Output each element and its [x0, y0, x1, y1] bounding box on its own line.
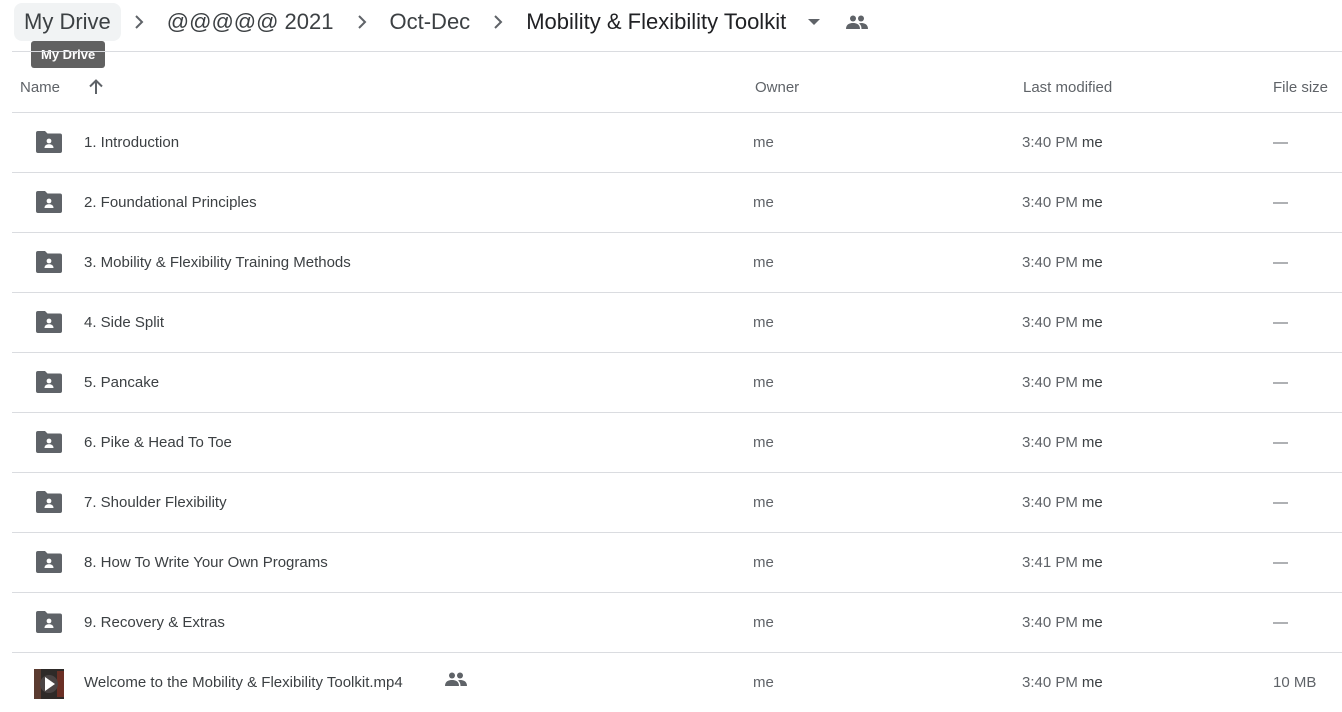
modified-by: me — [1081, 374, 1103, 391]
file-row[interactable]: 6. Pike & Head To Toe me 3:40 PM me — — [12, 413, 1342, 473]
file-size: — — [1273, 554, 1288, 571]
breadcrumb-my-drive[interactable]: My Drive — [14, 3, 121, 41]
file-size: — — [1273, 494, 1288, 511]
modified-by: me — [1081, 674, 1103, 691]
modified-time: 3:40 PM — [1022, 494, 1078, 511]
breadcrumb-oct-dec[interactable]: Oct-Dec — [380, 3, 481, 41]
file-name[interactable]: 4. Side Split — [84, 314, 164, 331]
modified-time: 3:40 PM — [1022, 254, 1078, 271]
file-last-modified: 3:40 PM me — [1022, 374, 1103, 391]
file-last-modified: 3:40 PM me — [1022, 194, 1103, 211]
file-row[interactable]: 5. Pancake me 3:40 PM me — — [12, 353, 1342, 413]
file-owner: me — [753, 674, 774, 691]
file-last-modified: 3:40 PM me — [1022, 434, 1103, 451]
modified-by: me — [1081, 254, 1103, 271]
file-row[interactable]: 7. Shoulder Flexibility me 3:40 PM me — — [12, 473, 1342, 533]
modified-time: 3:40 PM — [1022, 614, 1078, 631]
modified-time: 3:40 PM — [1022, 194, 1078, 211]
modified-by: me — [1081, 554, 1103, 571]
file-owner: me — [753, 134, 774, 151]
shared-folder-icon — [36, 551, 62, 573]
video-thumbnail — [34, 669, 64, 699]
file-last-modified: 3:40 PM me — [1022, 314, 1103, 331]
shared-people-icon — [445, 672, 467, 690]
file-owner: me — [753, 254, 774, 271]
file-name[interactable]: 9. Recovery & Extras — [84, 614, 225, 631]
file-name[interactable]: 6. Pike & Head To Toe — [84, 434, 232, 451]
file-row[interactable]: 9. Recovery & Extras me 3:40 PM me — — [12, 593, 1342, 653]
column-header-name[interactable]: Name — [20, 79, 60, 96]
file-size: — — [1273, 134, 1288, 151]
file-last-modified: 3:40 PM me — [1022, 254, 1103, 271]
file-size: — — [1273, 614, 1288, 631]
file-row[interactable]: 1. Introduction me 3:40 PM me — — [12, 113, 1342, 173]
modified-time: 3:41 PM — [1022, 554, 1078, 571]
column-header-last-modified[interactable]: Last modified — [1023, 79, 1112, 96]
file-name[interactable]: 1. Introduction — [84, 134, 179, 151]
file-name[interactable]: 3. Mobility & Flexibility Training Metho… — [84, 254, 351, 271]
file-last-modified: 3:40 PM me — [1022, 134, 1103, 151]
file-owner: me — [753, 194, 774, 211]
chevron-right-icon — [127, 10, 151, 34]
file-size: — — [1273, 314, 1288, 331]
shared-folder-icon — [36, 311, 62, 333]
shared-people-icon[interactable] — [844, 10, 870, 34]
shared-folder-icon — [36, 491, 62, 513]
modified-time: 3:40 PM — [1022, 374, 1078, 391]
column-header-file-size[interactable]: File size — [1273, 79, 1328, 96]
file-last-modified: 3:40 PM me — [1022, 494, 1103, 511]
modified-time: 3:40 PM — [1022, 314, 1078, 331]
file-last-modified: 3:40 PM me — [1022, 614, 1103, 631]
file-name[interactable]: 7. Shoulder Flexibility — [84, 494, 227, 511]
folder-menu-dropdown-icon[interactable] — [802, 10, 826, 34]
file-owner: me — [753, 434, 774, 451]
breadcrumb: My Drive @@@@@ 2021 Oct-Dec Mobility & F… — [14, 0, 870, 44]
file-size: — — [1273, 374, 1288, 391]
breadcrumb-2021[interactable]: @@@@@ 2021 — [157, 3, 344, 41]
modified-time: 3:40 PM — [1022, 674, 1078, 691]
modified-by: me — [1081, 434, 1103, 451]
shared-folder-icon — [36, 131, 62, 153]
file-row[interactable]: 2. Foundational Principles me 3:40 PM me … — [12, 173, 1342, 233]
shared-folder-icon — [36, 431, 62, 453]
file-size: 10 MB — [1273, 674, 1317, 691]
shared-folder-icon — [36, 611, 62, 633]
modified-time: 3:40 PM — [1022, 434, 1078, 451]
file-size: — — [1273, 434, 1288, 451]
modified-time: 3:40 PM — [1022, 134, 1078, 151]
file-name[interactable]: 5. Pancake — [84, 374, 159, 391]
file-owner: me — [753, 494, 774, 511]
file-owner: me — [753, 374, 774, 391]
file-list: 1. Introduction me 3:40 PM me — 2. Founda… — [12, 113, 1342, 712]
file-size: — — [1273, 194, 1288, 211]
file-row[interactable]: 3. Mobility & Flexibility Training Metho… — [12, 233, 1342, 293]
sort-ascending-arrow-icon[interactable] — [86, 77, 106, 97]
file-last-modified: 3:41 PM me — [1022, 554, 1103, 571]
column-header-row: Name Owner Last modified File size — [12, 52, 1342, 113]
file-last-modified: 3:40 PM me — [1022, 674, 1103, 691]
modified-by: me — [1081, 494, 1103, 511]
modified-by: me — [1081, 194, 1103, 211]
breadcrumb-current-folder[interactable]: Mobility & Flexibility Toolkit — [516, 3, 796, 41]
shared-folder-icon — [36, 371, 62, 393]
file-row[interactable]: Welcome to the Mobility & Flexibility To… — [12, 653, 1342, 712]
modified-by: me — [1081, 614, 1103, 631]
file-size: — — [1273, 254, 1288, 271]
file-name[interactable]: 2. Foundational Principles — [84, 194, 257, 211]
modified-by: me — [1081, 134, 1103, 151]
file-owner: me — [753, 314, 774, 331]
shared-folder-icon — [36, 191, 62, 213]
file-owner: me — [753, 614, 774, 631]
column-header-owner[interactable]: Owner — [755, 79, 799, 96]
chevron-right-icon — [350, 10, 374, 34]
file-row[interactable]: 8. How To Write Your Own Programs me 3:4… — [12, 533, 1342, 593]
chevron-right-icon — [486, 10, 510, 34]
file-name[interactable]: Welcome to the Mobility & Flexibility To… — [84, 674, 403, 691]
modified-by: me — [1081, 314, 1103, 331]
file-name[interactable]: 8. How To Write Your Own Programs — [84, 554, 328, 571]
shared-folder-icon — [36, 251, 62, 273]
file-owner: me — [753, 554, 774, 571]
file-row[interactable]: 4. Side Split me 3:40 PM me — — [12, 293, 1342, 353]
